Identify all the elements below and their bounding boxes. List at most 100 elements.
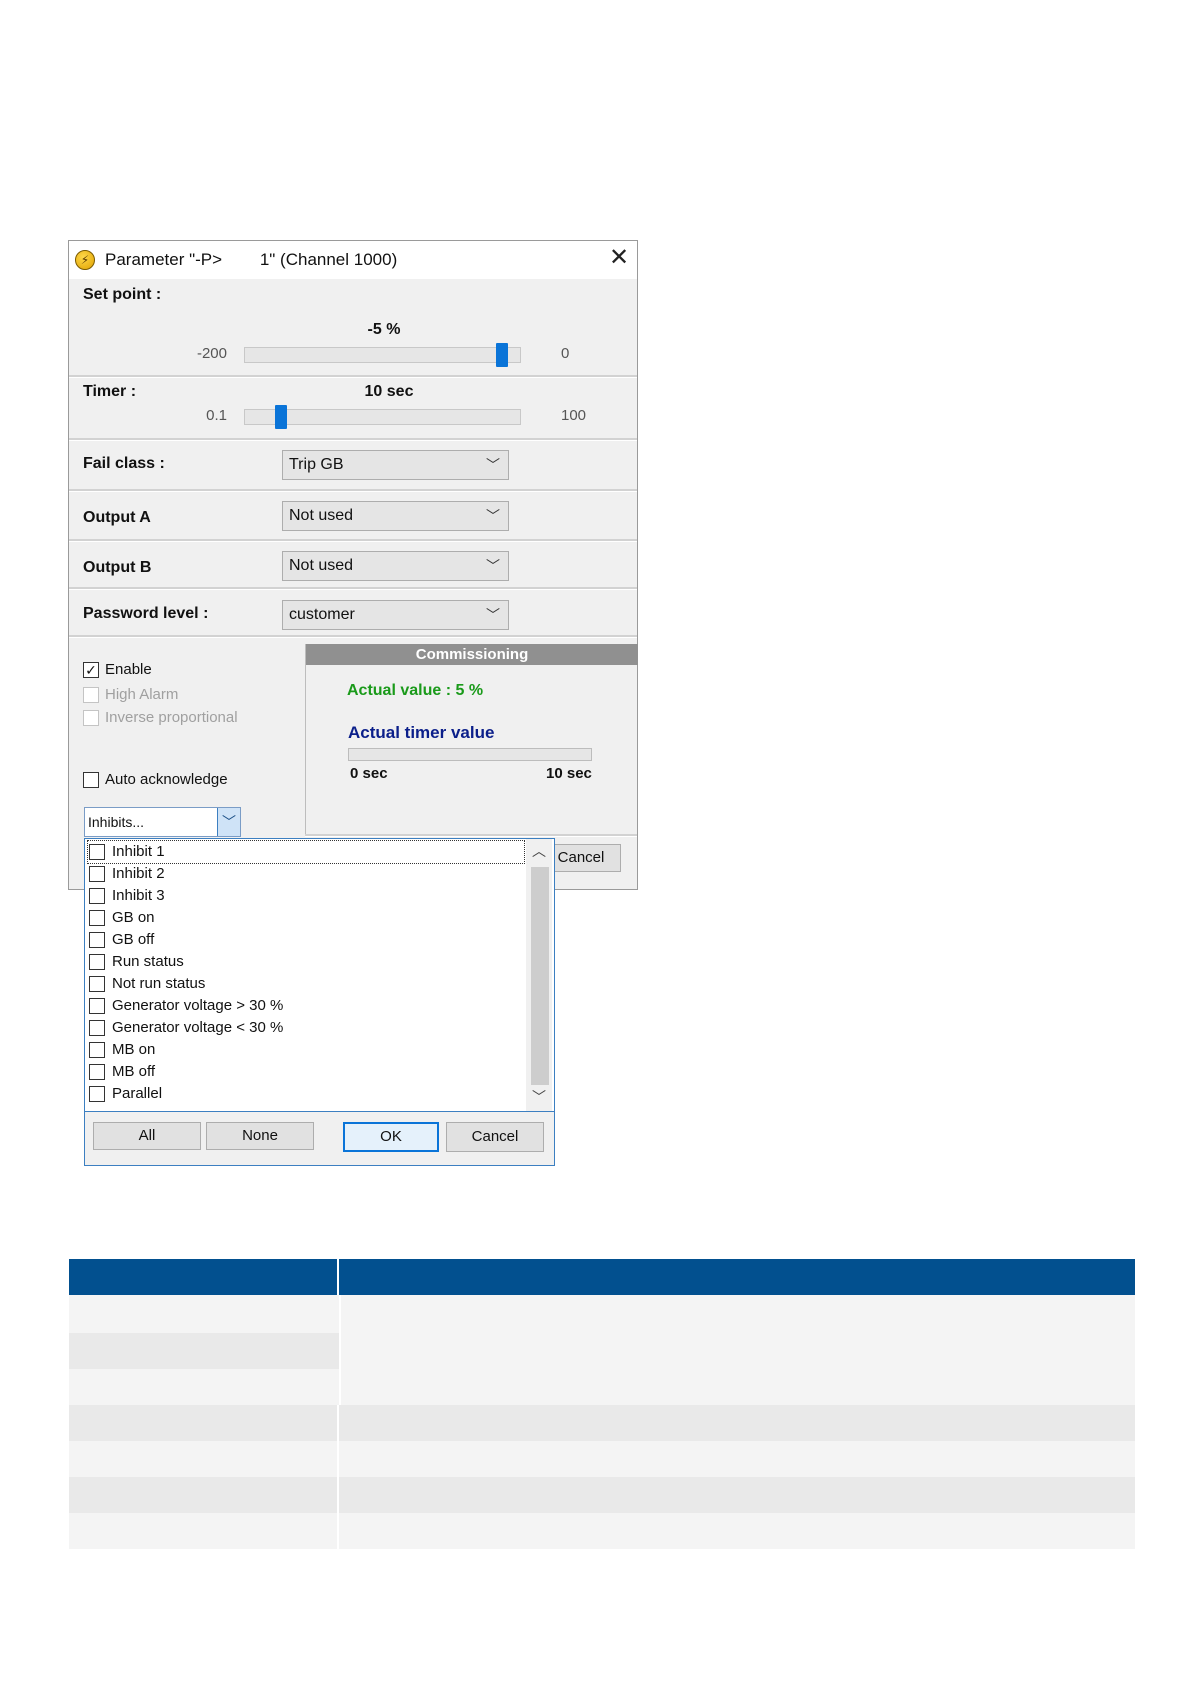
inhibits-scrollbar[interactable]: ︿ ﹀	[526, 839, 552, 1111]
list-item[interactable]: GB off	[88, 929, 524, 951]
set-point-value: -5 %	[367, 321, 401, 338]
inhibit-checkbox[interactable]	[89, 1064, 105, 1080]
inhibit-checkbox[interactable]	[89, 998, 105, 1014]
list-item[interactable]: Run status	[88, 951, 524, 973]
chevron-down-icon: ﹀	[486, 607, 500, 623]
list-item[interactable]: Inhibit 2	[88, 863, 524, 885]
set-point-label: Set point :	[83, 286, 162, 303]
output-b-select[interactable]: Not used ﹀	[282, 551, 509, 581]
divider	[69, 587, 637, 590]
inhibit-label: Run status	[112, 953, 184, 970]
table-cell	[69, 1333, 339, 1369]
table-header-cell	[69, 1259, 339, 1295]
inhibit-label: Parallel	[112, 1085, 163, 1102]
ok-button[interactable]: OK	[343, 1122, 439, 1152]
scroll-down-icon[interactable]: ﹀	[526, 1087, 552, 1109]
table-row	[69, 1477, 1135, 1513]
high-alarm-checkbox	[83, 687, 99, 703]
timer-progress-min: 0 sec	[350, 765, 388, 782]
high-alarm-label: High Alarm	[105, 686, 179, 703]
list-item[interactable]: Inhibit 1	[87, 840, 525, 864]
list-item[interactable]: Generator voltage > 30 %	[88, 995, 524, 1017]
fail-class-select[interactable]: Trip GB ﹀	[282, 450, 509, 480]
divider	[305, 834, 637, 837]
inhibits-select-value: Inhibits...	[88, 814, 145, 830]
inhibit-label: Generator voltage > 30 %	[112, 997, 284, 1014]
inhibit-checkbox[interactable]	[89, 844, 105, 860]
set-point-min: -200	[196, 345, 227, 362]
divider	[69, 438, 637, 441]
inhibit-checkbox[interactable]	[89, 866, 105, 882]
parameter-dialog: ⚡ Parameter "-P> 1" (Channel 1000) ✕ Set…	[68, 240, 638, 890]
timer-max: 100	[561, 407, 587, 424]
list-item[interactable]: Parallel	[88, 1083, 524, 1105]
divider	[69, 635, 637, 638]
set-point-max: 0	[561, 345, 570, 362]
inhibits-cancel-button[interactable]: Cancel	[446, 1122, 544, 1152]
password-level-select[interactable]: customer ﹀	[282, 600, 509, 630]
inhibit-label: MB on	[112, 1041, 156, 1058]
inhibit-label: GB off	[112, 931, 155, 948]
fail-class-label: Fail class :	[83, 455, 165, 472]
list-item[interactable]: Generator voltage < 30 %	[88, 1017, 524, 1039]
inhibit-label: Not run status	[112, 975, 206, 992]
inhibit-label: Generator voltage < 30 %	[112, 1019, 284, 1036]
scroll-thumb[interactable]	[531, 867, 549, 1085]
app-icon: ⚡	[75, 250, 95, 270]
select-none-button[interactable]: None	[206, 1122, 314, 1150]
output-a-select[interactable]: Not used ﹀	[282, 501, 509, 531]
auto-acknowledge-label: Auto acknowledge	[105, 771, 228, 788]
inhibit-label: Inhibit 2	[112, 865, 165, 882]
enable-label: Enable	[105, 661, 152, 678]
set-point-slider-track[interactable]	[244, 347, 521, 363]
actual-timer-label: Actual timer value	[348, 723, 495, 742]
divider	[69, 489, 637, 492]
auto-acknowledge-checkbox[interactable]	[83, 772, 99, 788]
set-point-slider-thumb[interactable]	[496, 343, 509, 367]
timer-slider-thumb[interactable]	[274, 405, 287, 429]
table-row-group	[69, 1295, 1135, 1405]
fail-class-value: Trip GB	[289, 456, 344, 473]
inhibit-checkbox[interactable]	[89, 888, 105, 904]
inhibits-list[interactable]: Inhibit 1 Inhibit 2 Inhibit 3 GB on GB off Ru…	[85, 839, 554, 1112]
output-b-label: Output B	[83, 559, 152, 576]
inhibit-checkbox[interactable]	[89, 910, 105, 926]
dialog-title: Parameter "-P> 1" (Channel 1000)	[105, 250, 398, 269]
inhibits-select[interactable]: Inhibits... ﹀	[84, 807, 241, 837]
inhibit-checkbox[interactable]	[89, 954, 105, 970]
list-item[interactable]: GB on	[88, 907, 524, 929]
inhibit-label: GB on	[112, 909, 155, 926]
table-cell	[69, 1369, 339, 1405]
table-row	[69, 1405, 1135, 1441]
inhibit-checkbox[interactable]	[89, 932, 105, 948]
list-item[interactable]: Inhibit 3	[88, 885, 524, 907]
chevron-down-icon[interactable]: ﹀	[217, 808, 240, 836]
close-icon[interactable]: ✕	[606, 245, 632, 271]
enable-checkbox[interactable]: ✓	[83, 662, 99, 678]
chevron-down-icon: ﹀	[486, 558, 500, 574]
inhibit-checkbox[interactable]	[89, 976, 105, 992]
inhibit-checkbox[interactable]	[89, 1086, 105, 1102]
actual-timer-progress	[348, 748, 592, 761]
timer-progress-max: 10 sec	[546, 765, 592, 782]
parameter-table	[69, 1259, 1135, 1549]
select-all-button[interactable]: All	[93, 1122, 201, 1150]
inhibit-checkbox[interactable]	[89, 1020, 105, 1036]
list-item[interactable]: MB off	[88, 1061, 524, 1083]
divider	[69, 375, 637, 378]
list-item[interactable]: MB on	[88, 1039, 524, 1061]
inhibits-popup: Inhibit 1 Inhibit 2 Inhibit 3 GB on GB off Ru…	[84, 838, 555, 1166]
table-header	[69, 1259, 1135, 1295]
commissioning-panel: Commissioning Actual value : 5 % Actual …	[305, 644, 638, 834]
timer-label: Timer :	[83, 383, 137, 400]
output-b-value: Not used	[289, 557, 354, 574]
scroll-up-icon[interactable]: ︿	[526, 841, 552, 863]
list-item[interactable]: Not run status	[88, 973, 524, 995]
commissioning-header: Commissioning	[306, 644, 638, 665]
table-cell	[69, 1295, 339, 1333]
chevron-down-icon: ﹀	[486, 508, 500, 524]
inhibit-checkbox[interactable]	[89, 1042, 105, 1058]
password-level-value: customer	[289, 606, 355, 623]
inhibit-label: Inhibit 1	[112, 843, 165, 860]
timer-min: 0.1	[206, 407, 227, 424]
